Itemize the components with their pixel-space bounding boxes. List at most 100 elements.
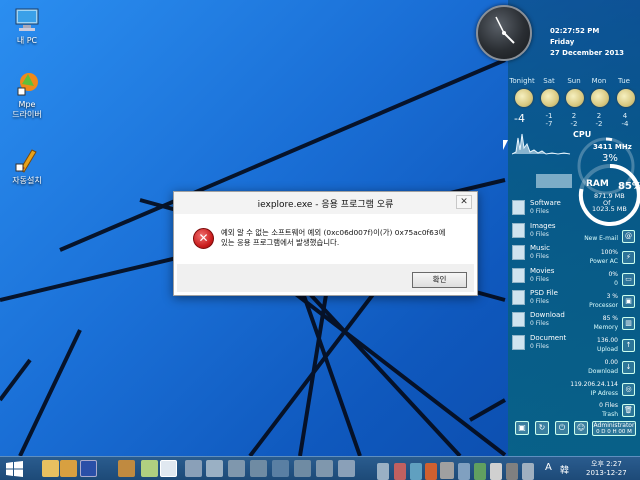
stat-label: Processor: [589, 302, 618, 309]
save-icon[interactable]: [80, 460, 97, 477]
stat-label: IP Adress: [590, 390, 618, 397]
user-button[interactable]: ☺: [574, 421, 588, 435]
stat-upload[interactable]: 136.00 Upload ↑: [576, 336, 638, 356]
close-button[interactable]: ✕: [456, 195, 472, 209]
install-icon: [12, 146, 42, 174]
folder-icon: [512, 200, 525, 215]
taskbar-date[interactable]: 2013-12-27: [586, 469, 627, 477]
stat-value: 0 Files: [599, 402, 618, 409]
app-icon[interactable]: [185, 460, 202, 477]
folder-download[interactable]: Download 0 Files: [510, 310, 574, 330]
network-icon[interactable]: [522, 463, 534, 480]
folder-icon: [512, 268, 525, 283]
stat-email[interactable]: New E-mail @: [576, 227, 638, 247]
tray-icon[interactable]: [458, 463, 470, 480]
restart-button[interactable]: ↻: [535, 421, 549, 435]
ime-mode[interactable]: 韓: [560, 463, 569, 476]
stat-processor[interactable]: 3 % Processor ▣: [576, 292, 638, 312]
stat-ip-address[interactable]: 119.206.24.114 IP Adress ◎: [570, 380, 638, 400]
weather-icon: [591, 89, 609, 107]
desktop-icon-label: 내 PC: [16, 36, 38, 45]
folder-psd-file[interactable]: PSD File 0 Files: [510, 288, 574, 308]
speaker-icon[interactable]: [506, 463, 518, 480]
folder-count: 0 Files: [530, 253, 549, 260]
active-window-icon[interactable]: [160, 460, 177, 477]
weather-low: -2: [595, 120, 603, 128]
folder-icon[interactable]: [60, 460, 77, 477]
folder-music[interactable]: Music 0 Files: [510, 243, 574, 263]
folder-name: Document: [530, 334, 567, 342]
app-icon[interactable]: [338, 460, 355, 477]
stat-value: 0%: [608, 271, 618, 278]
admin-uptime: 0 D 0 H 00 M: [596, 429, 632, 435]
folder-icon: [512, 335, 525, 350]
tray-icon[interactable]: [440, 462, 454, 479]
app-icon[interactable]: [141, 460, 158, 477]
tray-icon[interactable]: [394, 463, 406, 480]
weather-day: Sat: [543, 77, 555, 85]
tray-icon[interactable]: [490, 463, 502, 480]
stat-label: New E-mail: [584, 235, 618, 242]
message-line-2: 있는 응용 프로그램에서 발생했습니다.: [221, 238, 340, 247]
folder-icon: [512, 312, 525, 327]
trash-icon: 🗑: [622, 404, 635, 417]
stat-label: Upload: [596, 346, 618, 353]
folder-images[interactable]: Images 0 Files: [510, 221, 574, 241]
weather-high: 2: [596, 112, 602, 120]
admin-panel[interactable]: Administrator 0 D 0 H 00 M: [592, 421, 636, 436]
taskbar-time[interactable]: 오후 2:27: [591, 459, 622, 469]
tray-icon[interactable]: [474, 463, 486, 480]
weather-current: -4: [514, 112, 525, 125]
weather-high: -1: [545, 112, 553, 120]
folder-name: Movies: [530, 267, 555, 275]
network-icon: ◎: [622, 383, 635, 396]
stat-trash[interactable]: 0 Files Trash 🗑: [576, 401, 638, 421]
app-icon[interactable]: [206, 460, 223, 477]
folder-name: Music: [530, 244, 550, 252]
lock-button[interactable]: ▣: [515, 421, 529, 435]
desktop-icon-label: 자동설치: [12, 176, 42, 185]
start-button[interactable]: [6, 461, 23, 477]
folder-software[interactable]: Software 0 Files: [510, 198, 574, 218]
app-icon[interactable]: [294, 460, 311, 477]
weather-low: -2: [570, 120, 578, 128]
stat-battery[interactable]: 0% 0 ▭: [576, 270, 638, 290]
file-explorer-icon[interactable]: [42, 460, 59, 477]
weather-low: -4: [621, 120, 629, 128]
app-icon[interactable]: [250, 460, 267, 477]
app-icon[interactable]: [228, 460, 245, 477]
stat-value: 85 %: [602, 315, 618, 322]
input-language[interactable]: A: [545, 462, 552, 473]
shutdown-button[interactable]: ⏻: [555, 421, 569, 435]
app-icon[interactable]: [316, 460, 333, 477]
dialog-title: iexplore.exe - 응용 프로그램 오류: [257, 200, 394, 210]
tray-icon[interactable]: [410, 463, 422, 480]
tray-icon[interactable]: [425, 463, 437, 480]
weather-day: Sun: [567, 77, 581, 85]
desktop-icon-mpe[interactable]: Mpe 드라이버: [2, 70, 52, 120]
desktop-icon-this-pc[interactable]: 내 PC: [2, 6, 52, 46]
desktop-icon-auto-install[interactable]: 자동설치: [2, 146, 52, 186]
stat-label: Download: [588, 368, 618, 375]
weather-icon: [515, 89, 533, 107]
clock-date: 27 December 2013: [550, 49, 625, 57]
weather-day: Tonight: [509, 77, 535, 85]
email-icon: @: [622, 230, 635, 243]
app-icon[interactable]: [272, 460, 289, 477]
folder-document[interactable]: Document 0 Files: [510, 333, 574, 353]
weather-icon: [541, 89, 559, 107]
ok-button[interactable]: 확인: [412, 272, 467, 288]
folder-movies[interactable]: Movies 0 Files: [510, 266, 574, 286]
stat-label: 0: [614, 280, 618, 287]
ram-title: RAM: [586, 179, 609, 189]
stat-memory[interactable]: 85 % Memory ▥: [576, 314, 638, 334]
ram-graph: [536, 174, 572, 188]
folder-count: 0 Files: [530, 343, 549, 350]
tray-icon[interactable]: [377, 463, 389, 480]
app-icon[interactable]: [118, 460, 135, 477]
folder-name: Images: [530, 222, 556, 230]
stat-value: 119.206.24.114: [570, 381, 618, 388]
stat-power[interactable]: 100% Power AC ⚡: [576, 248, 638, 268]
stat-download[interactable]: 0.00 Download ↓: [576, 358, 638, 378]
power-icon: ⚡: [622, 251, 635, 264]
